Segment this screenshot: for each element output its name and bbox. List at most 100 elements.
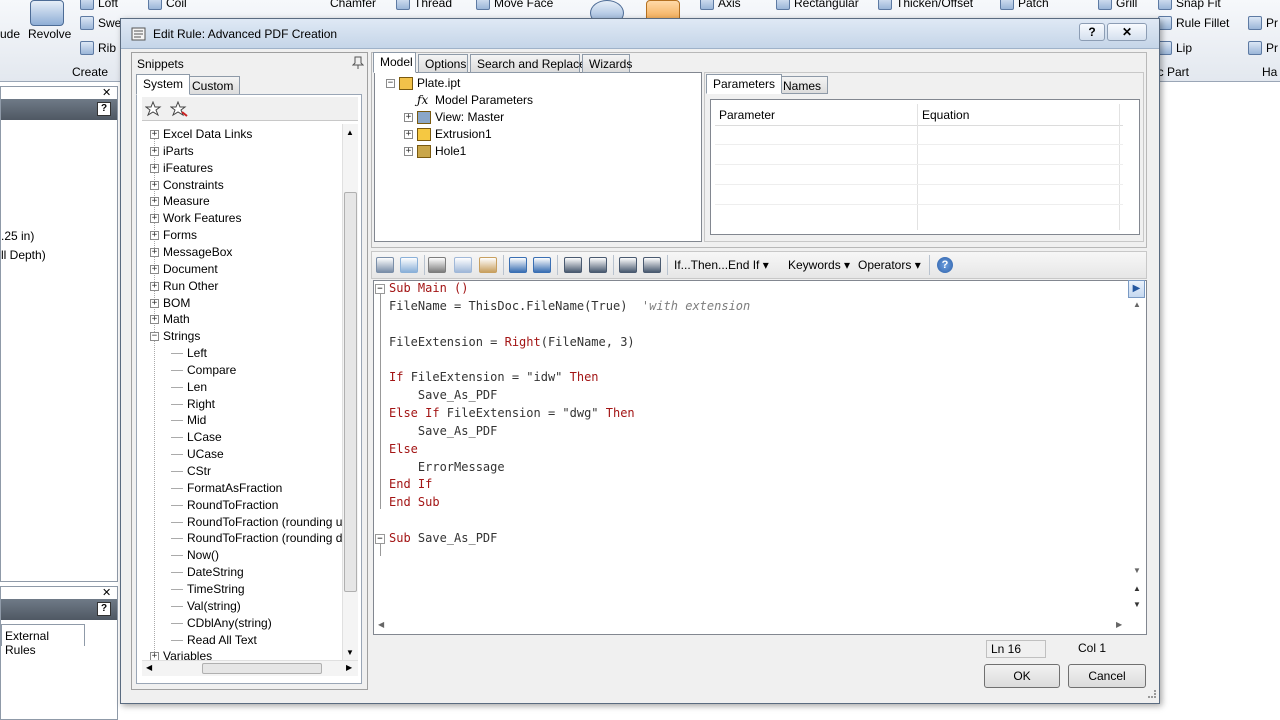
- snippets-hscroll-thumb[interactable]: [202, 663, 322, 674]
- snippets-hscroll[interactable]: ◀ ▶: [142, 660, 358, 676]
- expand-icon[interactable]: +: [150, 163, 159, 173]
- snippet-item[interactable]: FormatAsFraction: [171, 480, 282, 497]
- model-tree-item[interactable]: − Plate.ipt: [386, 75, 460, 92]
- snippet-item[interactable]: LCase: [171, 429, 222, 446]
- snippet-category[interactable]: + Variables: [150, 648, 212, 660]
- fold-toggle-main[interactable]: −: [375, 284, 385, 294]
- snippet-item[interactable]: Len: [171, 379, 207, 396]
- snippet-category[interactable]: + Work Features: [150, 210, 241, 227]
- snippet-category[interactable]: + Math: [150, 311, 190, 328]
- redo-icon[interactable]: [533, 257, 551, 273]
- tab-custom[interactable]: Custom: [185, 76, 241, 95]
- ribbon-rule-fillet[interactable]: Rule Fillet: [1158, 16, 1229, 30]
- snippet-item[interactable]: DateString: [171, 564, 244, 581]
- print-icon[interactable]: [376, 257, 394, 273]
- expand-icon[interactable]: +: [150, 197, 159, 207]
- scroll-right-icon[interactable]: ▶: [1116, 620, 1122, 629]
- rules-pane-close-icon[interactable]: ✕: [102, 586, 111, 599]
- expand-icon[interactable]: +: [150, 247, 159, 257]
- snippet-item[interactable]: Compare: [171, 362, 236, 379]
- tab-names[interactable]: Names: [776, 76, 829, 94]
- snippet-category[interactable]: + Excel Data Links: [150, 126, 252, 143]
- col-equation[interactable]: Equation: [922, 108, 969, 122]
- ribbon-extrude-label[interactable]: ude: [0, 27, 20, 41]
- snippet-item[interactable]: Read All Text: [171, 632, 257, 649]
- model-tree-item[interactable]: ƒx Model Parameters: [404, 92, 533, 109]
- expand-icon[interactable]: +: [150, 130, 159, 139]
- expand-icon[interactable]: +: [404, 129, 413, 139]
- editor-hscroll[interactable]: ◀ ▶: [376, 620, 1128, 633]
- snippet-category[interactable]: + Forms: [150, 227, 197, 244]
- expand-icon[interactable]: +: [150, 315, 159, 325]
- undo-icon[interactable]: [509, 257, 527, 273]
- extrude-icon[interactable]: [30, 0, 64, 26]
- tab-model[interactable]: Model: [373, 52, 416, 73]
- snippet-category[interactable]: + Measure: [150, 193, 210, 210]
- ribbon-loft[interactable]: Loft: [80, 0, 118, 10]
- model-tree-item[interactable]: + Extrusion1: [404, 126, 492, 143]
- tab-system[interactable]: System: [136, 74, 191, 95]
- ribbon-pr-2[interactable]: Pr: [1248, 41, 1278, 55]
- expand-icon[interactable]: +: [150, 231, 159, 241]
- snippets-vscroll[interactable]: ▲ ▼: [342, 124, 358, 660]
- snippet-item[interactable]: Val(string): [171, 598, 241, 615]
- comment-icon[interactable]: [619, 257, 637, 273]
- collapse-icon[interactable]: −: [386, 79, 395, 88]
- model-tree-item[interactable]: + View: Master: [404, 109, 504, 126]
- ribbon-sweep[interactable]: Swe: [80, 16, 121, 30]
- scroll-page-up-icon[interactable]: ▲: [1133, 584, 1141, 593]
- snippet-category[interactable]: + MessageBox: [150, 244, 232, 261]
- snippet-category[interactable]: + Constraints: [150, 177, 224, 194]
- snippet-item[interactable]: TimeString: [171, 581, 245, 598]
- expand-icon[interactable]: +: [404, 112, 413, 122]
- snippet-item[interactable]: CStr: [171, 463, 211, 480]
- tab-options[interactable]: Options: [418, 54, 468, 73]
- editor-vscroll[interactable]: ▲ ▼ ▲ ▼: [1130, 298, 1145, 618]
- snippet-item[interactable]: RoundToFraction (rounding up: [171, 514, 342, 531]
- snippet-category[interactable]: + iFeatures: [150, 160, 213, 177]
- snippet-item[interactable]: Mid: [171, 412, 206, 429]
- star-remove-icon[interactable]: [170, 101, 188, 117]
- paste-icon[interactable]: [479, 257, 497, 273]
- snippets-vscroll-thumb[interactable]: [344, 192, 357, 592]
- snippet-category[interactable]: + Document: [150, 261, 218, 278]
- expand-icon[interactable]: +: [150, 214, 159, 224]
- copy-icon[interactable]: [454, 257, 472, 273]
- ribbon-axis[interactable]: Axis: [700, 0, 741, 10]
- ok-button[interactable]: OK: [984, 664, 1060, 688]
- scroll-up-icon[interactable]: ▲: [346, 128, 354, 137]
- scroll-down-icon[interactable]: ▼: [346, 648, 354, 657]
- scroll-left-icon[interactable]: ◀: [378, 620, 384, 629]
- outdent-icon[interactable]: [564, 257, 582, 273]
- col-parameter[interactable]: Parameter: [719, 108, 775, 122]
- tab-parameters[interactable]: Parameters: [706, 74, 783, 94]
- print-preview-icon[interactable]: [400, 257, 418, 273]
- expand-icon[interactable]: +: [150, 281, 159, 291]
- cut-icon[interactable]: [428, 257, 446, 273]
- snippet-item[interactable]: CDblAny(string): [171, 615, 272, 632]
- snippet-item[interactable]: RoundToFraction (rounding do: [171, 530, 342, 547]
- close-button[interactable]: ✕: [1107, 23, 1147, 41]
- scroll-page-down-icon[interactable]: ▼: [1133, 600, 1141, 609]
- expand-icon[interactable]: +: [150, 146, 159, 156]
- fold-toggle-save[interactable]: −: [375, 534, 385, 544]
- pane-help-icon[interactable]: ?: [97, 102, 111, 116]
- snippet-category[interactable]: + iParts: [150, 143, 194, 160]
- snippet-item[interactable]: UCase: [171, 446, 224, 463]
- snippet-item[interactable]: Left: [171, 345, 207, 362]
- help-icon[interactable]: ?: [937, 257, 953, 273]
- ribbon-chamfer[interactable]: Chamfer: [330, 0, 376, 10]
- ribbon-thicken[interactable]: Thicken/Offset: [878, 0, 973, 10]
- snippet-item[interactable]: RoundToFraction: [171, 497, 278, 514]
- ribbon-revolve[interactable]: Revolve: [28, 27, 71, 41]
- pane-close-icon[interactable]: ✕: [102, 86, 111, 99]
- split-arrow-icon[interactable]: ▶: [1128, 280, 1145, 298]
- expand-icon[interactable]: +: [404, 146, 413, 156]
- uncomment-icon[interactable]: [643, 257, 661, 273]
- ribbon-patch[interactable]: Patch: [1000, 0, 1049, 10]
- snippet-category[interactable]: − Strings: [150, 328, 200, 345]
- snippet-category[interactable]: + Run Other: [150, 278, 218, 295]
- tab-wizards[interactable]: Wizards: [582, 54, 632, 73]
- keywords-dropdown[interactable]: Keywords ▾: [788, 258, 850, 272]
- indent-icon[interactable]: [589, 257, 607, 273]
